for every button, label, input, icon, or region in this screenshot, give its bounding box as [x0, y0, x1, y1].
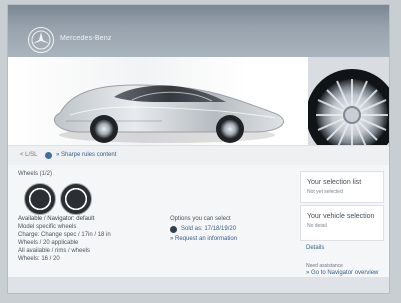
list-item: Wheels: 16 / 20 [18, 256, 60, 262]
wheel-closeup [308, 57, 389, 145]
mid-title: Options you can select [170, 216, 231, 222]
car-image [53, 84, 285, 143]
brand-name[interactable]: Mercedes-Benz [60, 35, 112, 42]
mid-column: Options you can select Sold as: 17/18/19… [170, 215, 290, 243]
page: Mercedes-Benz < L/SL » Sharpe rules cont… [0, 0, 401, 303]
card-subtitle: Not yet selected [307, 189, 343, 195]
list-item: Charge: Change spec / 17in / 18 in [18, 232, 111, 238]
vehicle-selection-card[interactable]: Your vehicle selection No detail [300, 205, 384, 241]
help-link[interactable]: » Go to Navigator overview [306, 270, 378, 276]
list-item: All available / rims / wheels [18, 248, 91, 254]
card-title: Your vehicle selection [307, 213, 375, 220]
right-column: Your selection list Not yet selected You… [300, 171, 384, 276]
mid-link[interactable]: Sold as: 17/18/19/20 [181, 225, 236, 233]
request-info-link[interactable]: » Request an information [170, 235, 237, 243]
wheel-icon[interactable] [60, 183, 92, 215]
wheel-icon[interactable] [24, 183, 56, 215]
info-dot-icon [45, 152, 52, 159]
brand-logo-icon[interactable] [28, 27, 54, 53]
list-item: Wheels / 20 applicable [18, 240, 79, 246]
subnav-link[interactable]: » Sharpe rules content [56, 152, 116, 158]
wheels-section-title: Wheels (1/2) [18, 171, 53, 177]
hero-banner [8, 57, 389, 145]
info-icon [170, 225, 177, 233]
list-item: Model specific wheels [18, 224, 77, 230]
header: Mercedes-Benz [8, 5, 389, 57]
help-title: Need assistance [306, 263, 343, 269]
subnav-bar: < L/SL » Sharpe rules content [8, 145, 389, 167]
mid-row: Sold as: 17/18/19/20 [170, 225, 290, 233]
selection-list-card[interactable]: Your selection list Not yet selected [300, 171, 384, 203]
content-area: Wheels (1/2) Available / Navigator: defa… [8, 165, 389, 277]
wheel-info-list: Available / Navigator: default Model spe… [18, 215, 168, 263]
mid-row: » Request an information [170, 235, 290, 243]
list-item: Available / Navigator: default [18, 216, 95, 222]
back-link[interactable]: < L/SL [20, 152, 38, 158]
card-title: Your selection list [307, 179, 362, 186]
bottom-strip [8, 277, 389, 293]
details-link[interactable]: Details [306, 245, 324, 251]
card-subtitle: No detail [307, 223, 327, 229]
main-window: Mercedes-Benz < L/SL » Sharpe rules cont… [8, 5, 389, 293]
left-column: Wheels (1/2) Available / Navigator: defa… [18, 171, 288, 271]
